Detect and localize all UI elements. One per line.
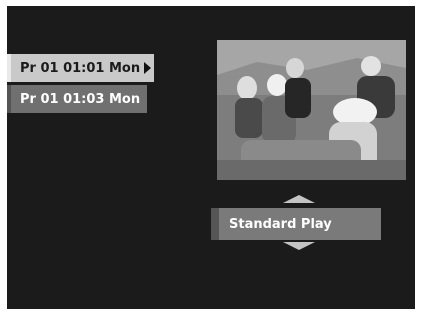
play-mode-selector[interactable]: Standard Play: [211, 208, 381, 240]
mode-up-arrow-icon[interactable]: [283, 195, 315, 203]
recording-label: Pr 01 01:01 Mon: [20, 60, 141, 76]
recording-label: Pr 01 01:03 Mon: [20, 91, 141, 107]
preview-image: [217, 40, 406, 180]
mode-bar: [211, 208, 219, 240]
recording-item-selected[interactable]: Pr 01 01:01 Mon: [7, 54, 154, 82]
recording-item[interactable]: Pr 01 01:03 Mon: [7, 85, 147, 113]
play-arrow-icon: [144, 62, 151, 74]
tv-screen: Pr 01 01:01 Mon Pr 01 01:03 Mon Standard…: [7, 6, 415, 309]
mode-down-arrow-icon[interactable]: [283, 242, 315, 250]
play-mode-label: Standard Play: [229, 216, 332, 232]
video-preview: [217, 40, 406, 180]
